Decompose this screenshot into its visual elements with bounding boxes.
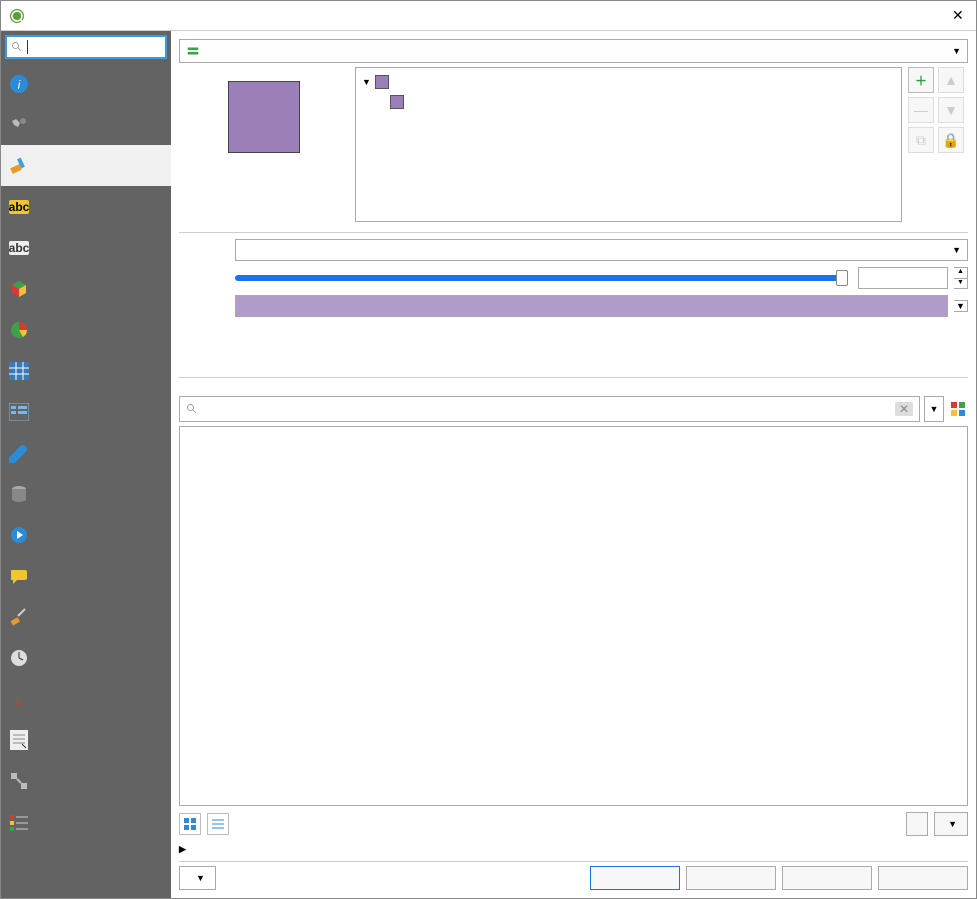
favorites-filter-dropdown[interactable]: ▼ [924, 396, 944, 422]
sidebar-item-metadata[interactable] [1, 719, 171, 760]
advanced-dropdown[interactable]: ▼ [934, 812, 968, 836]
collapse-icon[interactable]: ▼ [362, 77, 371, 87]
close-icon[interactable]: ✕ [952, 7, 968, 24]
sidebar-item-joins[interactable] [1, 432, 171, 473]
svg-text:i: i [18, 78, 21, 92]
chevron-down-icon: ▼ [952, 46, 961, 56]
sidebar-item-temporal[interactable] [1, 637, 171, 678]
sidebar-item-display[interactable] [1, 555, 171, 596]
apply-button[interactable] [782, 866, 872, 890]
sidebar-item-dependencies[interactable] [1, 760, 171, 801]
sidebar-item-variables[interactable]: ε [1, 678, 171, 719]
symbol-layer-tree[interactable]: ▼ [355, 67, 902, 222]
style-manager-button[interactable] [948, 396, 968, 422]
spin-up-icon[interactable]: ▲ [954, 268, 967, 279]
sidebar-item-masks[interactable]: abc [1, 227, 171, 268]
single-symbol-icon [186, 44, 200, 58]
svg-text:abc: abc [9, 241, 29, 255]
symbol-layer-buttons: ＋ ▲ — ▼ ⧉ 🔒 [908, 67, 968, 222]
simple-fill-swatch-icon [390, 95, 404, 109]
list-view-button[interactable] [207, 813, 229, 835]
sidebar-item-rendering[interactable] [1, 596, 171, 637]
color-button[interactable] [235, 295, 948, 317]
favorites-search-input[interactable]: ✕ [179, 396, 920, 422]
sidebar-item-source[interactable] [1, 104, 171, 145]
sidebar-item-information[interactable]: i [1, 63, 171, 104]
sidebar-item-fields[interactable] [1, 350, 171, 391]
tree-row-fill[interactable]: ▼ [362, 72, 895, 92]
opacity-spinbox[interactable] [858, 267, 948, 289]
duplicate-button[interactable]: ⧉ [908, 127, 934, 153]
titlebar: ✕ [1, 1, 976, 31]
opacity-slider[interactable] [235, 267, 852, 289]
unit-dropdown[interactable]: ▼ [235, 239, 968, 261]
svg-text:abc: abc [9, 200, 29, 214]
qgis-icon [9, 8, 25, 24]
cancel-button[interactable] [686, 866, 776, 890]
move-up-button[interactable]: ▲ [938, 67, 964, 93]
sidebar-item-legend[interactable] [1, 801, 171, 842]
tree-row-simple-fill[interactable] [362, 92, 895, 112]
search-icon [186, 403, 198, 415]
search-icon [11, 41, 23, 53]
remove-symbol-layer-button[interactable]: — [908, 97, 934, 123]
icon-view-button[interactable] [179, 813, 201, 835]
add-symbol-layer-button[interactable]: ＋ [908, 67, 934, 93]
move-down-button[interactable]: ▼ [938, 97, 964, 123]
sidebar-item-symbology[interactable] [1, 145, 171, 186]
chevron-down-icon: ▼ [952, 245, 961, 255]
sidebar-item-3dview[interactable] [1, 268, 171, 309]
style-dropdown[interactable]: ▼ [179, 866, 216, 890]
symbol-gallery [179, 426, 968, 806]
help-button[interactable] [878, 866, 968, 890]
sidebar-item-labels[interactable]: abc [1, 186, 171, 227]
sidebar: i abc abc ε [1, 31, 171, 898]
sidebar-item-auxiliary-storage[interactable] [1, 473, 171, 514]
sidebar-search-input[interactable] [5, 35, 167, 59]
svg-text:ε: ε [16, 694, 22, 708]
clear-search-icon[interactable]: ✕ [895, 402, 913, 416]
spin-down-icon[interactable]: ▼ [954, 279, 967, 289]
sidebar-item-actions[interactable] [1, 514, 171, 555]
sidebar-item-attributes-form[interactable] [1, 391, 171, 432]
save-symbol-button[interactable] [906, 812, 928, 836]
sidebar-item-diagrams[interactable] [1, 309, 171, 350]
fill-swatch-icon [375, 75, 389, 89]
layer-rendering-toggle[interactable]: ▶ [179, 842, 968, 861]
symbol-type-dropdown[interactable]: ▼ [179, 39, 968, 63]
expand-icon: ▶ [179, 844, 186, 855]
color-dropdown-button[interactable]: ▼ [954, 300, 968, 312]
ok-button[interactable] [590, 866, 680, 890]
symbol-preview [228, 81, 300, 153]
lock-button[interactable]: 🔒 [938, 127, 964, 153]
